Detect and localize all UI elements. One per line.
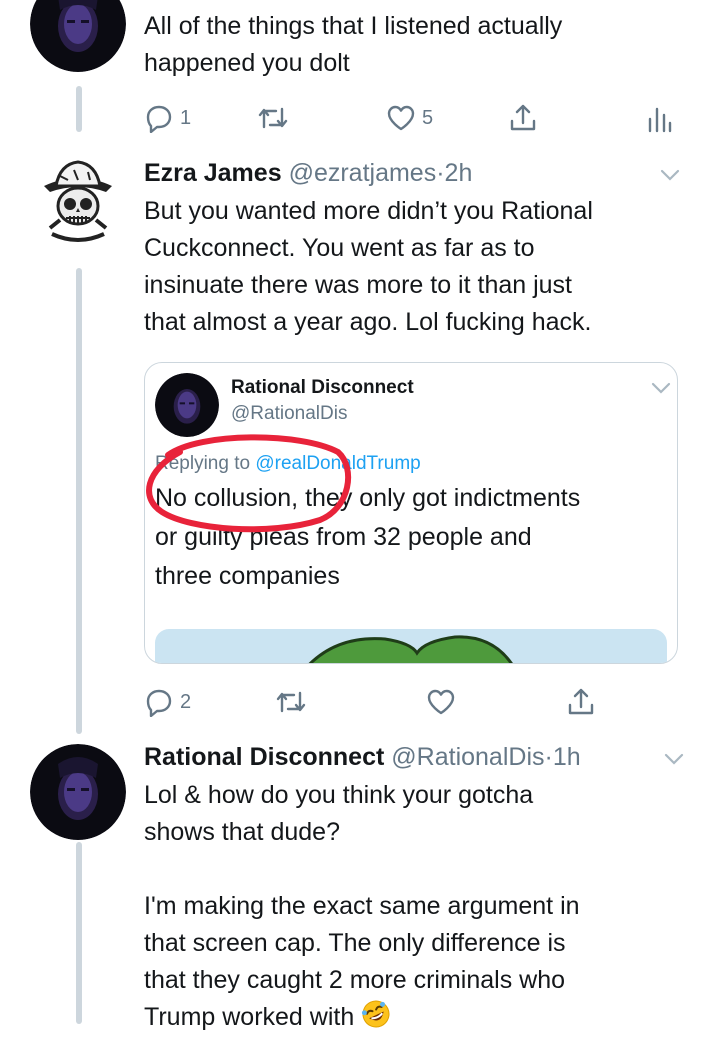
tweet-header: Ezra James @ezratjames·2h: [144, 157, 472, 189]
like-count: 5: [422, 106, 434, 129]
quoted-tweet-text: No collusion, they only got indictments …: [155, 484, 581, 590]
retweet-button[interactable]: [256, 100, 290, 136]
heart-icon: [427, 689, 455, 715]
analytics-icon: [648, 107, 672, 133]
user-handle[interactable]: @RationalDis: [391, 743, 544, 771]
display-name[interactable]: Ezra James: [144, 159, 282, 187]
chevron-down-icon[interactable]: [660, 168, 680, 182]
reply-button[interactable]: 1: [144, 100, 191, 136]
retweet-icon: [258, 107, 288, 129]
tweet-actions: 2: [144, 684, 684, 720]
share-icon: [568, 688, 594, 715]
tweet-text: But you wanted more didn’t you Rational …: [144, 197, 593, 336]
chevron-down-icon[interactable]: [664, 752, 684, 766]
reply-count: 1: [180, 106, 192, 129]
share-button[interactable]: [566, 684, 596, 720]
avatar-ezra-james[interactable]: [30, 150, 126, 246]
share-icon: [510, 104, 536, 131]
separator-dot: ·: [544, 743, 553, 771]
analytics-button[interactable]: [646, 100, 672, 136]
reply-icon: [146, 689, 172, 717]
quoted-avatar: [155, 373, 219, 437]
avatar-rational-disconnect[interactable]: [30, 744, 126, 840]
like-button[interactable]: 5: [386, 100, 433, 136]
quoted-tweet[interactable]: Rational Disconnect @RationalDis Replyin…: [144, 362, 678, 664]
reply-button[interactable]: 2: [144, 684, 191, 720]
display-name[interactable]: Rational Disconnect: [144, 743, 384, 771]
thread-line: [76, 86, 82, 132]
retweet-icon: [276, 691, 306, 713]
tweet-time[interactable]: 2h: [445, 159, 473, 187]
replying-to: Replying to @realDonaldTrump: [155, 453, 421, 475]
tweet-text-content: Lol & how do you think your gotcha shows…: [144, 781, 580, 1031]
heart-icon: [387, 105, 415, 131]
tweet-actions: 1 5: [144, 100, 684, 136]
replying-to-prefix: Replying to: [155, 453, 251, 474]
separator-dot: ·: [436, 159, 445, 187]
quoted-user-handle: @RationalDis: [231, 403, 348, 424]
reply-count: 2: [180, 690, 192, 713]
retweet-button[interactable]: [274, 684, 308, 720]
avatar-rational-disconnect[interactable]: [30, 0, 126, 72]
quoted-display-name: Rational Disconnect: [231, 377, 414, 398]
like-button[interactable]: [426, 684, 462, 720]
thread-line: [76, 842, 82, 1024]
quoted-media-image[interactable]: [155, 629, 667, 663]
tweet-header: Rational Disconnect @RationalDis·1h: [144, 741, 581, 773]
mention-link[interactable]: @realDonaldTrump: [255, 453, 420, 474]
tweet-text: Lol & how do you think your gotcha shows…: [144, 777, 684, 1036]
reply-icon: [146, 105, 172, 133]
tweet-time[interactable]: 1h: [553, 743, 581, 771]
user-handle[interactable]: @ezratjames: [289, 159, 437, 187]
chevron-down-icon[interactable]: [651, 381, 671, 395]
share-button[interactable]: [508, 100, 538, 136]
thread-line: [76, 268, 82, 734]
tweet-text: All of the things that I listened actual…: [144, 12, 563, 77]
rolling-on-floor-laughing-emoji: [361, 999, 391, 1029]
